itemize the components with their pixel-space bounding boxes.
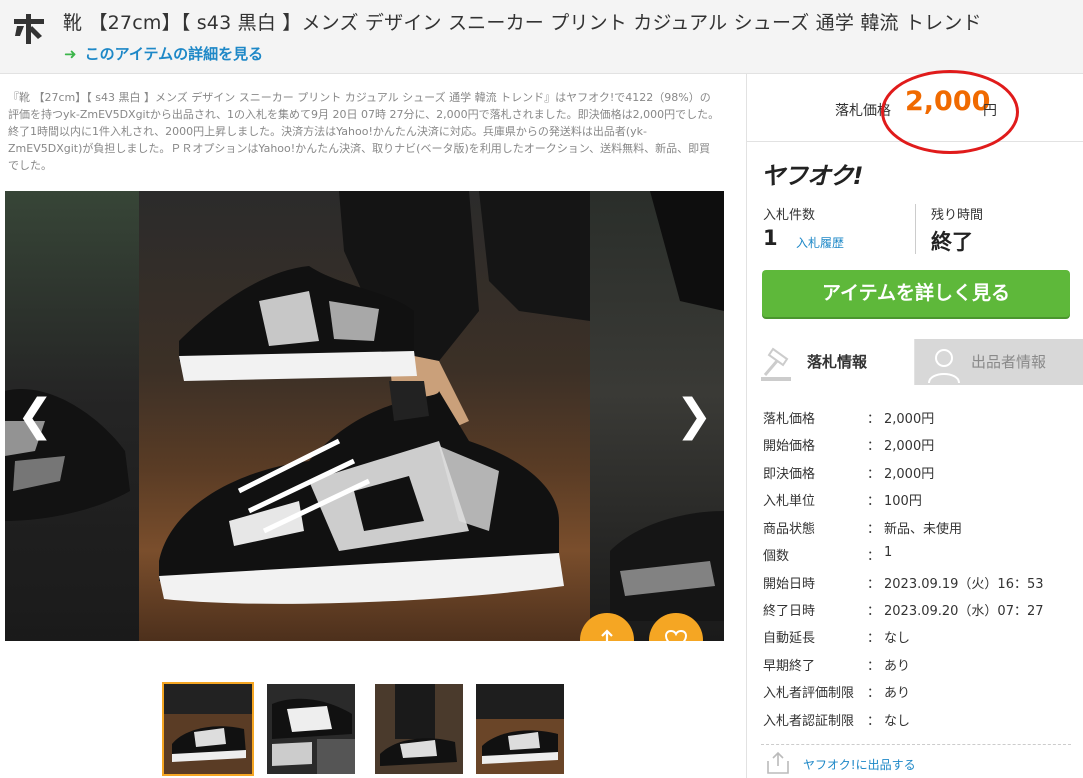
info-value: 新品、未使用	[884, 522, 963, 537]
info-colon: ：	[867, 439, 881, 454]
info-colon: ：	[867, 686, 881, 701]
image-gallery: ❮ ❯	[5, 191, 724, 641]
info-key: 開始日時	[763, 577, 816, 592]
info-key: 入札者認証制限	[763, 714, 855, 729]
thumbnail-3[interactable]	[375, 684, 463, 774]
info-key: 商品状態	[763, 522, 816, 537]
info-value: 2,000円	[884, 412, 935, 427]
bid-count-value: 1	[763, 226, 778, 250]
divider	[915, 204, 916, 254]
item-detail-link-label: このアイテムの詳細を見る	[84, 45, 264, 63]
info-colon: ：	[867, 604, 881, 619]
info-value: 100円	[884, 494, 922, 509]
info-value: 1	[884, 545, 893, 560]
price-box: 落札価格 2,000 円	[747, 70, 1083, 154]
remaining-time-value: 終了	[931, 230, 973, 254]
tab-auction-info[interactable]: 落札情報	[747, 339, 915, 385]
tab-auction-info-label: 落札情報	[807, 353, 868, 371]
info-value: なし	[884, 714, 911, 729]
info-colon: ：	[867, 494, 881, 509]
prev-image-button[interactable]: ❮	[15, 391, 55, 441]
remaining-time-label: 残り時間	[931, 208, 984, 223]
info-value: 2,000円	[884, 439, 935, 454]
site-logo-icon[interactable]	[12, 10, 48, 46]
thumbnail-2[interactable]	[267, 684, 355, 774]
upload-box-icon	[767, 751, 789, 774]
thumbnail-image	[164, 684, 252, 774]
info-colon: ：	[867, 522, 881, 537]
tab-seller-info-label: 出品者情報	[971, 353, 1047, 371]
info-key: 即決価格	[763, 467, 816, 482]
item-detail-link[interactable]: ➜ このアイテムの詳細を見る	[64, 43, 263, 64]
arrow-right-icon: ➜	[64, 45, 77, 63]
info-colon: ：	[867, 659, 881, 674]
sneaker-image	[159, 191, 590, 604]
info-key: 落札価格	[763, 412, 816, 427]
gavel-icon	[761, 347, 791, 381]
auction-panel: 落札価格 2,000 円 ヤフオク! 入札件数 1 入札履歴 残り時間 終了 ア…	[746, 70, 1083, 778]
next-image-button[interactable]: ❯	[674, 391, 714, 441]
info-colon: ：	[867, 467, 881, 482]
sell-link-area: ヤフオク!に出品する	[761, 744, 1071, 778]
heart-icon	[664, 629, 688, 641]
user-icon	[928, 349, 960, 383]
item-description: 『靴 【27cm】【 s43 黒白 】メンズ デザイン スニーカー プリント カ…	[8, 91, 720, 172]
share-icon	[601, 629, 613, 641]
info-key: 開始価格	[763, 439, 816, 454]
thumbnail-image	[267, 684, 355, 774]
info-tabs: 落札情報 出品者情報	[747, 339, 1083, 385]
thumbnail-1[interactable]	[162, 682, 254, 776]
info-key: 終了日時	[763, 604, 816, 619]
info-colon: ：	[867, 549, 881, 564]
bid-count-label: 入札件数	[763, 208, 816, 223]
bid-history-link[interactable]: 入札履歴	[796, 234, 844, 251]
info-value: あり	[884, 659, 911, 674]
info-colon: ：	[867, 631, 881, 646]
thumbnail-image	[476, 684, 564, 774]
yahuoku-logo: ヤフオク!	[761, 162, 863, 190]
info-key: 個数	[763, 549, 790, 564]
info-colon: ：	[867, 412, 881, 427]
info-key: 入札者評価制限	[763, 686, 855, 701]
info-key: 早期終了	[763, 659, 816, 674]
price-highlight-circle	[881, 70, 1019, 154]
info-key: 自動延長	[763, 631, 816, 646]
thumbnail-4[interactable]	[476, 684, 564, 774]
tab-seller-info[interactable]: 出品者情報	[915, 339, 1083, 385]
thumbnail-image	[375, 684, 463, 774]
main-product-image	[139, 191, 590, 641]
info-key: 入札単位	[763, 494, 816, 509]
info-value: 2,000円	[884, 467, 935, 482]
info-colon: ：	[867, 577, 881, 592]
item-title: 靴 【27cm】【 s43 黒白 】メンズ デザイン スニーカー プリント カジ…	[63, 12, 982, 34]
info-value: あり	[884, 686, 911, 701]
item-header: 靴 【27cm】【 s43 黒白 】メンズ デザイン スニーカー プリント カジ…	[0, 0, 1083, 74]
info-colon: ：	[867, 714, 881, 729]
info-value: なし	[884, 631, 911, 646]
view-item-button[interactable]: アイテムを詳しく見る	[762, 270, 1070, 317]
info-value: 2023.09.19（火）16：53	[884, 577, 1044, 592]
sell-on-yahuoku-link[interactable]: ヤフオク!に出品する	[803, 756, 916, 773]
info-value: 2023.09.20（水）07：27	[884, 604, 1044, 619]
